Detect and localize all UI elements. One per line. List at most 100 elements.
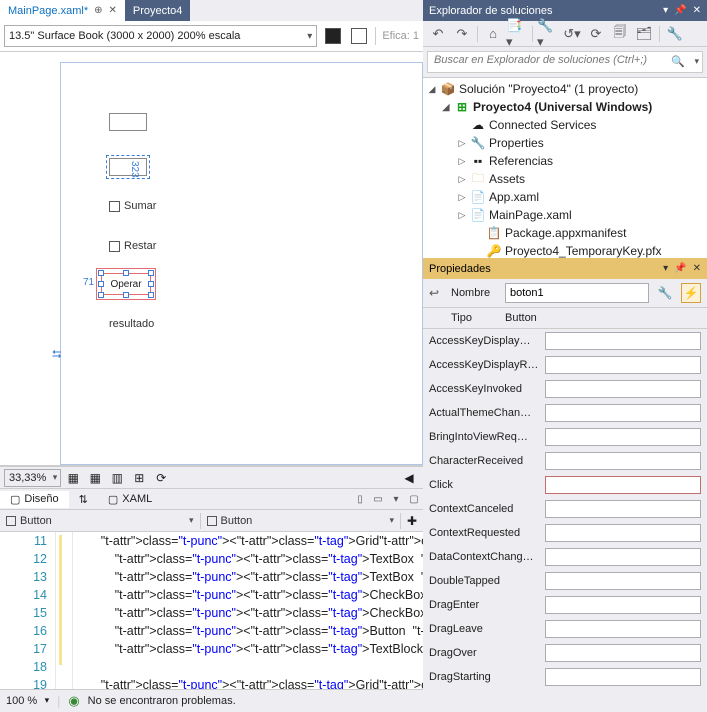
panel-dropdown-icon[interactable]: ▾	[663, 5, 668, 16]
fwd-icon[interactable]: ↷	[451, 23, 473, 45]
wrench-mode-icon[interactable]: 🔧	[655, 283, 675, 303]
wrench-icon[interactable]: 🔧▾	[537, 23, 559, 45]
tab-proyecto4[interactable]: Proyecto4	[125, 0, 191, 21]
prop-name: ActualThemeChan…	[429, 407, 539, 419]
tree-connected-services[interactable]: ☁Connected Services	[423, 116, 707, 134]
view-swap[interactable]: ⇅	[69, 491, 98, 508]
prop-name: AccessKeyDisplayR…	[429, 359, 539, 371]
prop-value-input[interactable]	[545, 356, 701, 374]
view-toggle: ▢ Diseño ⇅ ▢ XAML ▯ ▭ ▾ ▢	[0, 488, 423, 510]
showall-icon[interactable]: 🗂	[633, 23, 655, 45]
name-label: Nombre	[451, 287, 499, 299]
prop-name: DataContextChang…	[429, 551, 539, 563]
prop-value-input[interactable]	[545, 644, 701, 662]
tab-mainpage[interactable]: MainPage.xaml*⊕✕	[0, 0, 125, 21]
prop-value-input[interactable]	[545, 500, 701, 518]
designer-checkbox-restar[interactable]: Restar	[109, 240, 156, 252]
snap2-icon[interactable]: ⊞	[129, 469, 149, 487]
back-icon[interactable]: ↶	[427, 23, 449, 45]
prop-name: AccessKeyDisplay…	[429, 335, 539, 347]
refresh-icon[interactable]: ⟳	[151, 469, 171, 487]
prop-value-input[interactable]	[545, 668, 701, 686]
bc-plus-icon[interactable]: ✚	[401, 514, 423, 528]
zoom-toolbar: 33,33% ▦ ▦ ▥ ⊞ ⟳ ◀	[0, 466, 423, 488]
prop-value-input[interactable]	[545, 596, 701, 614]
prop-row-datacontextchang: DataContextChang…	[423, 545, 707, 569]
designer-textblock-resultado[interactable]: resultado	[109, 318, 154, 330]
grid-icon[interactable]: ▦	[85, 469, 105, 487]
solution-search-input[interactable]: Buscar en Explorador de soluciones (Ctrl…	[427, 51, 703, 73]
prop-value-input[interactable]	[545, 620, 701, 638]
status-ok-icon: ◉	[68, 693, 79, 709]
designer-textbox1[interactable]	[109, 113, 147, 131]
tree-solution-root[interactable]: ◢📦Solución "Proyecto4" (1 proyecto)	[423, 80, 707, 98]
tree-assets[interactable]: ▷🗀Assets	[423, 170, 707, 188]
fit-icon[interactable]: ▦	[63, 469, 83, 487]
prop-value-input[interactable]	[545, 380, 701, 398]
prop-row-actualthemechan: ActualThemeChan…	[423, 401, 707, 425]
prop-value-input[interactable]	[545, 572, 701, 590]
view-xaml[interactable]: ▢ XAML	[98, 491, 162, 508]
tree-properties[interactable]: ▷🔧Properties	[423, 134, 707, 152]
designer-surface[interactable]: Sumar Restar Operar resultado 71 323 ⮀	[0, 52, 423, 466]
tree-appxaml[interactable]: ▷📄App.xaml	[423, 188, 707, 206]
split-v-icon[interactable]: ▯	[351, 494, 369, 505]
device-dropdown[interactable]: 13.5" Surface Book (3000 x 2000) 200% es…	[4, 25, 317, 47]
copy-icon[interactable]: 🗐	[609, 23, 631, 45]
prop-value-input[interactable]	[545, 404, 701, 422]
status-zoom[interactable]: 100 %	[6, 695, 49, 707]
tree-package[interactable]: 📋Package.appxmanifest	[423, 224, 707, 242]
prop-value-input[interactable]	[545, 548, 701, 566]
tree-references[interactable]: ▷▪▪Referencias	[423, 152, 707, 170]
name-input[interactable]	[505, 283, 649, 303]
designer-checkbox-sumar[interactable]: Sumar	[109, 200, 156, 212]
home-icon[interactable]: ⌂	[482, 23, 504, 45]
solution-tree[interactable]: ◢📦Solución "Proyecto4" (1 proyecto) ◢⊞Pr…	[423, 78, 707, 258]
panel-dropdown-icon[interactable]: ▾	[663, 263, 668, 274]
close-icon[interactable]: ⊕	[94, 5, 102, 16]
collapse-icon[interactable]: ▾	[387, 494, 405, 505]
prop-value-input[interactable]	[545, 452, 701, 470]
line-gutter: 1112131415161718192021	[0, 532, 55, 689]
breadcrumb-left[interactable]: Button▾	[0, 513, 201, 529]
document-tabs: MainPage.xaml*⊕✕ Proyecto4	[0, 0, 423, 21]
snap-icon[interactable]: ▥	[107, 469, 127, 487]
code-editor[interactable]: 1112131415161718192021 "t-attr">class="t…	[0, 532, 423, 689]
panel-close-icon[interactable]: ✕	[693, 263, 701, 274]
panel-pin-icon[interactable]: 📌	[674, 5, 686, 16]
maximize-icon[interactable]: ▢	[405, 494, 423, 505]
search-icon[interactable]: 🔍	[671, 55, 685, 68]
events-mode-icon[interactable]: ⚡	[681, 283, 701, 303]
panel-pin-icon[interactable]: 📌	[674, 263, 686, 274]
properties-icon[interactable]: 🔧	[664, 23, 686, 45]
prop-row-contextrequested: ContextRequested	[423, 521, 707, 545]
zoom-dropdown[interactable]: 33,33%	[4, 469, 61, 487]
breadcrumb-right[interactable]: Button▾	[201, 513, 402, 529]
properties-header: Propiedades ▾ 📌 ✕	[423, 258, 707, 279]
prop-value-input[interactable]	[545, 332, 701, 350]
search-dd-icon[interactable]: ▾	[694, 56, 699, 67]
prop-name: ContextRequested	[429, 527, 539, 539]
prop-row-contextcanceled: ContextCanceled	[423, 497, 707, 521]
designer-button-operar[interactable]: Operar	[101, 273, 151, 295]
link-icon[interactable]: ⮀	[52, 347, 62, 362]
split-h-icon[interactable]: ▭	[369, 494, 387, 505]
tree-mainpagexaml[interactable]: ▷📄MainPage.xaml	[423, 206, 707, 224]
solution-search: Buscar en Explorador de soluciones (Ctrl…	[423, 47, 707, 78]
prop-row-dragstarting: DragStarting	[423, 665, 707, 689]
prop-name: CharacterReceived	[429, 455, 539, 467]
view-design[interactable]: ▢ Diseño	[0, 491, 69, 508]
history-icon[interactable]: ↺▾	[561, 23, 583, 45]
orientation-toolbar-alt[interactable]	[349, 26, 369, 46]
scroll-left-icon[interactable]: ◀	[399, 469, 419, 487]
orientation-toolbar[interactable]	[323, 26, 343, 46]
panel-close-icon[interactable]: ✕	[693, 5, 701, 16]
prop-value-input[interactable]	[545, 428, 701, 446]
designer-textbox2[interactable]	[109, 158, 147, 176]
tree-project[interactable]: ◢⊞Proyecto4 (Universal Windows)	[423, 98, 707, 116]
prop-value-input[interactable]	[545, 524, 701, 542]
refresh2-icon[interactable]: ⟳	[585, 23, 607, 45]
sync-icon[interactable]: 📑▾	[506, 23, 528, 45]
tree-pfx[interactable]: 🔑Proyecto4_TemporaryKey.pfx	[423, 242, 707, 258]
prop-value-input[interactable]	[545, 476, 701, 494]
